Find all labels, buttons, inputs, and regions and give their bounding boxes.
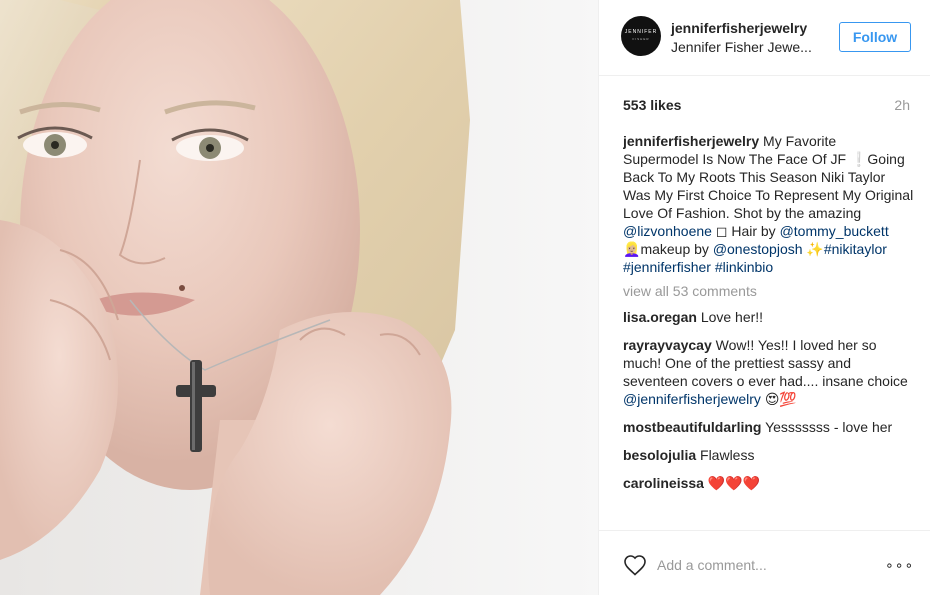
avatar-logo-text: JENNIFER [624,29,658,35]
more-options-icon[interactable]: ∘∘∘ [885,555,913,575]
comment-mention[interactable]: @jenniferfisherjewelry [623,391,761,407]
post-image [0,0,470,595]
comment-username[interactable]: mostbeautifuldarling [623,419,761,435]
avatar-logo-subtext: FISHER [632,37,650,41]
comment-text: Yesssssss - love her [765,419,893,435]
mention-onestopjosh[interactable]: @onestopjosh [713,241,803,257]
post-side-panel: JENNIFER FISHER jenniferfisherjewelry Je… [598,0,930,595]
post-full-name: Jennifer Fisher Jewe... [671,39,812,55]
exclamation-emoji-icon: ❕ [849,151,868,167]
comment-text: Flawless [700,447,755,463]
post-time[interactable]: 2h [894,97,910,113]
list-item: carolineissa ❤️❤️❤️ [623,474,915,492]
comment-username[interactable]: lisa.oregan [623,309,697,325]
post-username[interactable]: jenniferfisherjewelry [671,20,807,36]
avatar[interactable]: JENNIFER FISHER [621,16,661,56]
post-header: JENNIFER FISHER jenniferfisherjewelry Je… [599,0,930,76]
comment-username[interactable]: carolineissa [623,475,704,491]
mention-tommy-buckett[interactable]: @tommy_buckett [780,223,889,239]
hashtag-linkinbio[interactable]: #linkinbio [715,259,773,275]
comment-username[interactable]: rayrayvaycay [623,337,712,353]
comments-section[interactable]: jenniferfisherjewelry My Favorite Superm… [623,132,915,530]
view-all-comments-link[interactable]: view all 53 comments [623,282,915,300]
hashtag-jenniferfisher[interactable]: #jenniferfisher [623,259,711,275]
caption-username[interactable]: jenniferfisherjewelry [623,133,759,149]
heart-outline-icon[interactable] [623,554,647,576]
sparkles-emoji-icon: ✨ [802,241,824,257]
follow-button[interactable]: Follow [839,22,911,52]
list-item: lisa.oregan Love her!! [623,308,915,326]
caption-text-3: ◻ Hair by [711,223,780,239]
add-comment-input[interactable] [657,555,867,575]
list-item: rayrayvaycay Wow!! Yes!! I loved her so … [623,336,915,408]
likes-count[interactable]: 553 likes [623,97,681,113]
heart-eyes-emoji-icon: 😍💯 [760,391,797,407]
caption-text-4: makeup by [640,241,713,257]
list-item: besolojulia Flawless [623,446,915,464]
post-photo[interactable] [0,0,598,595]
post-footer: ∘∘∘ [599,530,930,595]
comment-text: Love her!! [700,309,764,325]
comment-username[interactable]: besolojulia [623,447,696,463]
hashtag-nikitaylor[interactable]: #nikitaylor [824,241,887,257]
red-hearts-emoji-icon: ❤️❤️❤️ [707,475,761,491]
mention-lizvonhoene[interactable]: @lizvonhoene [623,223,712,239]
caption: jenniferfisherjewelry My Favorite Superm… [623,132,915,276]
woman-emoji-icon: 👱🏼‍♀️ [623,241,641,257]
list-item: mostbeautifuldarling Yesssssss - love he… [623,418,915,436]
